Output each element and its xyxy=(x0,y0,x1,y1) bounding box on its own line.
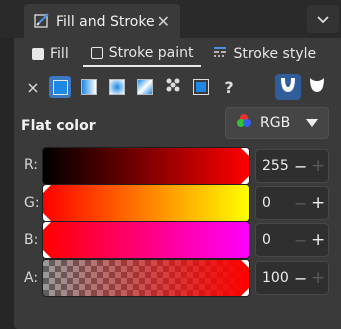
section-title: Flat color xyxy=(21,118,96,134)
linear-gradient-button[interactable] xyxy=(78,76,100,98)
decrement-a-button[interactable]: − xyxy=(294,269,307,288)
radial-gradient-icon xyxy=(109,79,125,95)
no-paint-icon: × xyxy=(26,77,40,97)
swatch-icon xyxy=(193,79,209,95)
radial-gradient-button[interactable] xyxy=(106,76,128,98)
spinbox-r-value[interactable]: 255 xyxy=(262,158,294,174)
increment-g-button[interactable]: + xyxy=(311,193,325,213)
pattern-icon xyxy=(165,77,181,97)
decrement-b-button[interactable]: − xyxy=(294,231,307,250)
slider-handle-b[interactable] xyxy=(43,250,51,258)
spinbox-r[interactable]: 255 − + xyxy=(255,149,329,183)
channel-label-b: B: xyxy=(24,232,39,248)
fill-rule-evenodd-button[interactable] xyxy=(275,74,301,100)
mesh-gradient-button[interactable] xyxy=(134,76,156,98)
flat-color-icon xyxy=(52,79,68,95)
spinbox-a-value[interactable]: 100 xyxy=(262,270,294,286)
tab-title: Fill and Stroke xyxy=(56,14,155,30)
linear-gradient-icon xyxy=(81,79,97,95)
color-mode-select[interactable]: RGB xyxy=(225,107,329,139)
tab-stroke-style-label: Stroke style xyxy=(233,46,317,62)
slider-handle-b-top[interactable] xyxy=(43,222,51,230)
spinbox-g[interactable]: 0 − + xyxy=(255,186,329,220)
swatch-button[interactable] xyxy=(190,76,212,98)
slider-handle-a[interactable] xyxy=(241,288,249,296)
color-wheel-icon xyxy=(236,113,252,133)
flat-color-button[interactable] xyxy=(49,76,71,98)
spinbox-b[interactable]: 0 − + xyxy=(255,223,329,257)
chevron-down-icon xyxy=(316,10,330,29)
unset-paint-button[interactable]: ? xyxy=(218,76,240,98)
slider-a[interactable] xyxy=(42,259,250,297)
tab-fill-label: Fill xyxy=(50,46,69,62)
increment-a-button[interactable]: + xyxy=(311,268,325,288)
spinbox-g-value[interactable]: 0 xyxy=(262,195,294,211)
slider-handle-r[interactable] xyxy=(241,176,249,184)
dock-menu-button[interactable] xyxy=(307,5,339,33)
fill-stroke-panel: Fill Stroke paint Stroke style × ? Flat … xyxy=(14,38,341,329)
no-paint-button[interactable]: × xyxy=(22,76,44,98)
slider-handle-r-top[interactable] xyxy=(241,148,249,156)
close-icon[interactable]: ✕ xyxy=(157,12,170,31)
fill-stroke-icon xyxy=(34,12,50,32)
fill-icon xyxy=(32,48,44,60)
dropdown-arrow-icon xyxy=(306,119,318,127)
tab-fill[interactable]: Fill xyxy=(24,41,77,67)
channel-label-g: G: xyxy=(24,195,40,211)
slider-r[interactable] xyxy=(42,147,250,185)
spinbox-b-value[interactable]: 0 xyxy=(262,232,294,248)
color-mode-value: RGB xyxy=(260,115,291,131)
tab-stroke-paint-label: Stroke paint xyxy=(108,45,194,61)
decrement-r-button[interactable]: − xyxy=(294,157,307,176)
channel-label-a: A: xyxy=(24,270,39,286)
subtab-bar: Fill Stroke paint Stroke style xyxy=(14,41,341,69)
slider-handle-g[interactable] xyxy=(43,213,51,221)
increment-b-button[interactable]: + xyxy=(311,230,325,250)
mesh-gradient-icon xyxy=(137,79,153,95)
slider-handle-a-top[interactable] xyxy=(241,260,249,268)
fill-rule-nonzero-icon xyxy=(308,76,326,98)
spinbox-a[interactable]: 100 − + xyxy=(255,261,329,295)
slider-b[interactable] xyxy=(42,221,250,259)
stroke-paint-icon xyxy=(90,47,103,59)
fill-rule-nonzero-button[interactable] xyxy=(304,74,330,100)
tab-fill-and-stroke[interactable]: Fill and Stroke ✕ xyxy=(24,4,180,38)
channel-label-r: R: xyxy=(24,157,39,173)
pattern-button[interactable] xyxy=(162,76,184,98)
tab-stroke-paint[interactable]: Stroke paint xyxy=(82,41,202,67)
unset-icon: ? xyxy=(224,77,234,97)
paint-type-row: × ? xyxy=(14,74,341,100)
dock-header: Fill and Stroke ✕ xyxy=(0,0,341,38)
decrement-g-button[interactable]: − xyxy=(294,194,307,213)
fill-rule-evenodd-icon xyxy=(279,76,297,98)
increment-r-button[interactable]: + xyxy=(311,156,325,176)
stroke-style-icon xyxy=(213,46,227,62)
tab-stroke-style[interactable]: Stroke style xyxy=(205,41,324,67)
slider-handle-g-top[interactable] xyxy=(43,185,51,193)
slider-g[interactable] xyxy=(42,184,250,222)
